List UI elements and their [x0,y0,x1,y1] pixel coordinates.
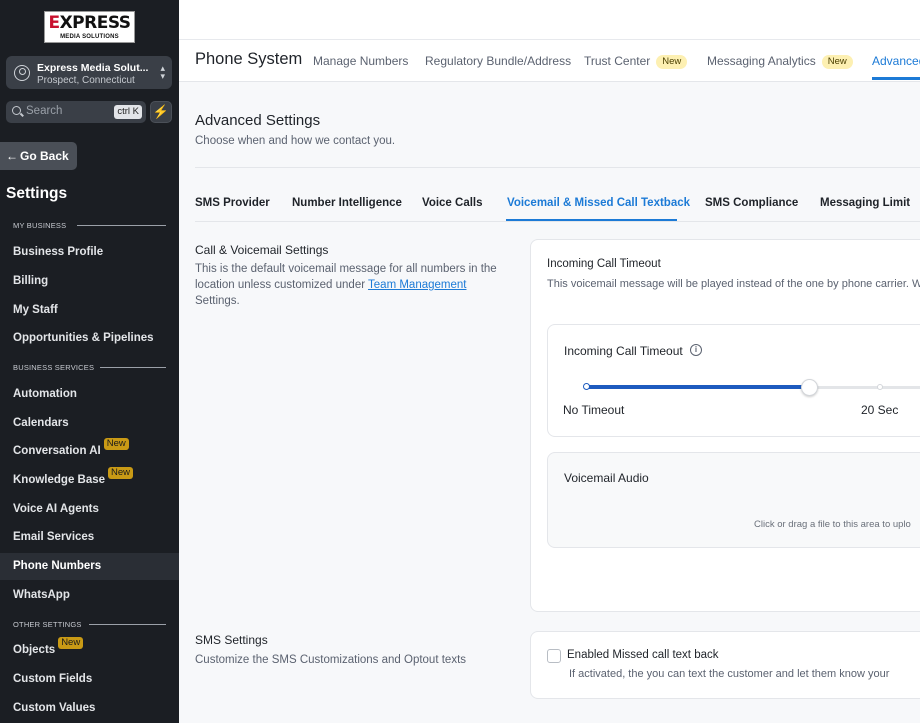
slider-label-no-timeout: No Timeout [563,403,625,417]
tab-voice-calls[interactable]: Voice Calls [422,197,483,209]
company-logo[interactable]: EXPRESS MEDIA SOLUTIONS [44,11,135,43]
divider [195,167,920,168]
sidebar-item-objects[interactable]: ObjectsNew [0,637,179,664]
divider [77,225,166,226]
info-icon[interactable]: i [690,344,702,356]
section-header-other-settings: OTHER SETTINGS [13,620,82,629]
sidebar-item-phone-numbers[interactable]: Phone Numbers [0,553,179,580]
call-settings-title: Call & Voicemail Settings [195,243,329,257]
user-icon [14,65,30,81]
tab-manage-numbers[interactable]: Manage Numbers [313,54,408,68]
lightning-icon[interactable]: ⚡ [150,101,172,123]
card-description: This voicemail message will be played in… [547,278,920,290]
tab-advanced[interactable]: Advanced [872,54,920,68]
page-subtitle: Choose when and how we contact you. [195,135,396,147]
go-back-label: Go Back [20,149,69,163]
slider-label-20-sec: 20 Sec [861,403,899,417]
timeout-slider-fill [586,385,810,389]
page-title: Advanced Settings [195,112,321,129]
tab-voicemail-missed-call[interactable]: Voicemail & Missed Call Textback [507,197,690,209]
tab-messaging-analytics[interactable]: Messaging Analytics New [707,54,853,69]
divider [89,624,166,625]
account-name: Express Media Solut... [37,62,149,74]
tab-messaging-limit[interactable]: Messaging Limit [820,197,910,209]
new-badge: New [103,438,129,450]
call-settings-description: This is the default voicemail message fo… [195,261,505,309]
sidebar-item-my-staff[interactable]: My Staff [0,297,179,324]
page-section-title: Phone System [195,50,303,68]
top-bar [179,0,920,40]
tab-number-intelligence[interactable]: Number Intelligence [292,197,402,209]
divider [195,221,920,222]
search-icon [12,106,21,115]
sidebar-item-business-profile[interactable]: Business Profile [0,239,179,266]
slider-step-dot[interactable] [583,383,590,390]
sidebar-item-knowledge-base[interactable]: Knowledge BaseNew [0,467,179,494]
new-badge: New [821,55,853,69]
missed-call-textback-checkbox[interactable] [547,649,561,663]
tab-sms-provider[interactable]: SMS Provider [195,197,270,209]
new-badge: New [108,467,134,479]
section-header-my-business: MY BUSINESS [13,221,67,230]
sidebar-item-whatsapp[interactable]: WhatsApp [0,582,179,609]
checkbox-description: If activated, the you can text the custo… [569,668,890,680]
sidebar-item-billing[interactable]: Billing [0,268,179,295]
sidebar-item-custom-values[interactable]: Custom Values [0,695,179,722]
chevron-up-down-icon: ▴ ▾ [160,63,165,81]
tab-label: Messaging Analytics [707,54,816,68]
account-switcher[interactable]: Express Media Solut... Prospect, Connect… [6,56,172,89]
voicemail-audio-title: Voicemail Audio [564,471,649,485]
logo-subtext: MEDIA SOLUTIONS [60,34,119,40]
active-tab-indicator [872,77,920,80]
sms-settings-description: Customize the SMS Customizations and Opt… [195,654,467,666]
sidebar-item-label: Conversation AI [13,445,101,457]
new-badge: New [656,55,688,69]
arrow-left-icon: ← [6,149,18,163]
team-management-link[interactable]: Team Management [368,279,466,291]
card-title: Incoming Call Timeout [547,258,661,270]
voicemail-audio-dropzone[interactable] [547,452,920,548]
sidebar-item-label: Knowledge Base [13,474,106,486]
sidebar-item-calendars[interactable]: Calendars [0,410,179,437]
checkbox-label: Enabled Missed call text back [567,649,719,661]
description-text: Settings. [195,295,240,307]
divider [100,367,166,368]
account-location: Prospect, Connecticut [37,75,135,86]
phone-system-nav: Phone System Manage Numbers Regulatory B… [179,40,920,82]
tab-sms-compliance[interactable]: SMS Compliance [705,197,798,209]
upload-hint: Click or drag a file to this area to upl… [754,519,911,530]
go-back-button[interactable]: ← Go Back [0,142,77,170]
section-header-business-services: BUSINESS SERVICES [13,363,95,372]
sms-settings-card [530,631,920,699]
timeout-panel [547,324,920,437]
tab-label: Trust Center [584,54,651,68]
new-badge: New [58,637,84,649]
sidebar-item-email-services[interactable]: Email Services [0,524,179,551]
sidebar-item-opportunities[interactable]: Opportunities & Pipelines [0,325,179,352]
timeout-slider-thumb[interactable] [801,379,818,396]
search-input[interactable]: Search [26,105,62,117]
tab-regulatory-bundle[interactable]: Regulatory Bundle/Address [425,54,571,68]
sms-settings-title: SMS Settings [195,633,268,647]
sidebar-title: Settings [6,185,68,202]
sidebar-item-conversation-ai[interactable]: Conversation AINew [0,438,179,465]
sidebar-item-automation[interactable]: Automation [0,381,179,408]
sidebar-item-custom-fields[interactable]: Custom Fields [0,666,179,693]
tab-trust-center[interactable]: Trust Center New [584,54,688,69]
sidebar-item-voice-ai-agents[interactable]: Voice AI Agents [0,496,179,523]
timeout-title: Incoming Call Timeout [564,344,683,358]
sidebar: EXPRESS MEDIA SOLUTIONS Express Media So… [0,0,179,723]
sidebar-item-label: Objects [13,644,56,656]
logo-text-e: E [48,13,60,33]
slider-step-dot[interactable] [877,384,883,390]
search-box[interactable]: Search ctrl K [6,101,146,123]
logo-text-xpress: XPRESS [59,13,132,33]
search-shortcut-badge: ctrl K [114,105,142,119]
